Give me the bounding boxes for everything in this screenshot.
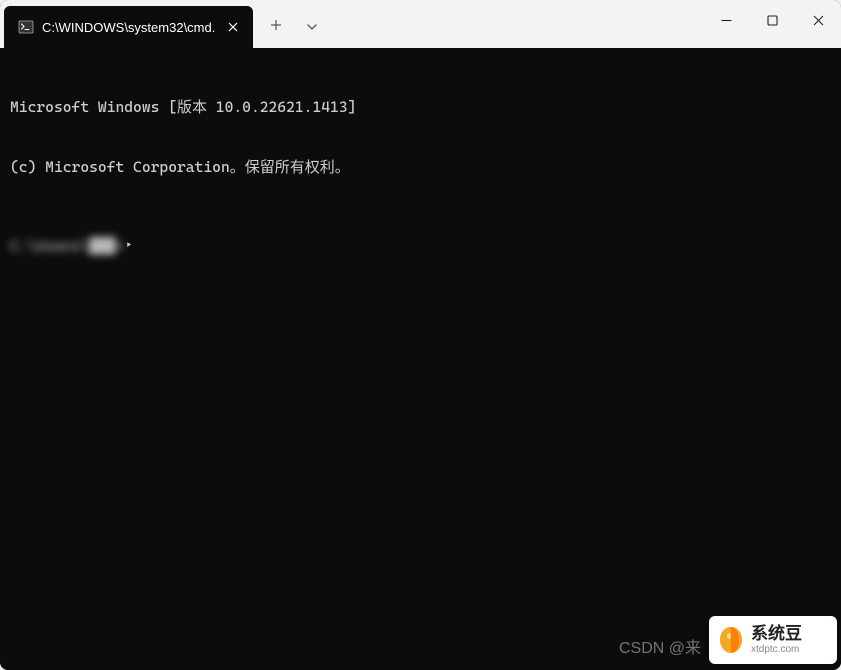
terminal-cursor: ▸ (126, 239, 132, 253)
close-icon (228, 22, 238, 32)
chevron-down-icon (306, 21, 318, 33)
close-tab-button[interactable] (223, 17, 243, 37)
maximize-button[interactable] (749, 0, 795, 40)
terminal-window: C:\WINDOWS\system32\cmd. (0, 0, 841, 670)
active-tab[interactable]: C:\WINDOWS\system32\cmd. (4, 6, 253, 48)
close-icon (813, 15, 824, 26)
terminal-prompt-line: C:\Users\███> ▸ (10, 236, 831, 256)
command-prompt-icon (18, 19, 34, 35)
minimize-icon (721, 15, 732, 26)
close-window-button[interactable] (795, 0, 841, 40)
terminal-prompt-path: C:\Users\███> (10, 236, 124, 256)
plus-icon (270, 19, 282, 31)
terminal-content[interactable]: Microsoft Windows [版本 10.0.22621.1413] (… (0, 48, 841, 670)
tabs-area: C:\WINDOWS\system32\cmd. (0, 0, 329, 48)
maximize-icon (767, 15, 778, 26)
window-controls (703, 0, 841, 40)
terminal-line-copyright: (c) Microsoft Corporation。保留所有权利。 (10, 157, 831, 177)
new-tab-button[interactable] (259, 8, 293, 42)
tab-title: C:\WINDOWS\system32\cmd. (42, 20, 215, 35)
tab-dropdown-button[interactable] (295, 10, 329, 44)
watermark-csdn: CSDN @来 (619, 638, 701, 660)
titlebar: C:\WINDOWS\system32\cmd. (0, 0, 841, 48)
terminal-line-version: Microsoft Windows [版本 10.0.22621.1413] (10, 97, 831, 117)
minimize-button[interactable] (703, 0, 749, 40)
